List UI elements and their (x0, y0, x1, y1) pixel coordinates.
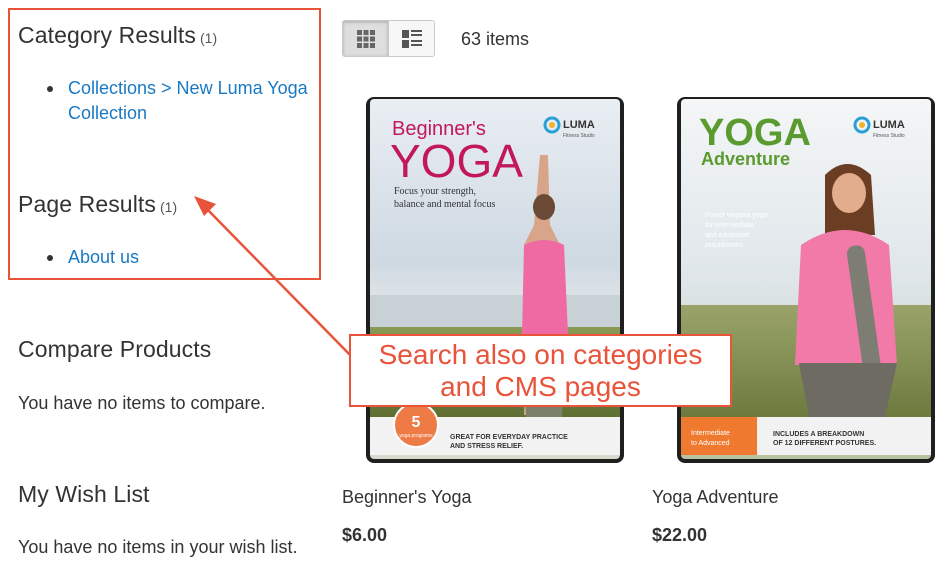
annotation-line-2: and CMS pages (440, 370, 641, 402)
annotation-callout: Search also on categories and CMS pages (349, 334, 732, 407)
annotation-arrow (194, 196, 356, 361)
annotation-line-1: Search also on categories (378, 338, 703, 370)
